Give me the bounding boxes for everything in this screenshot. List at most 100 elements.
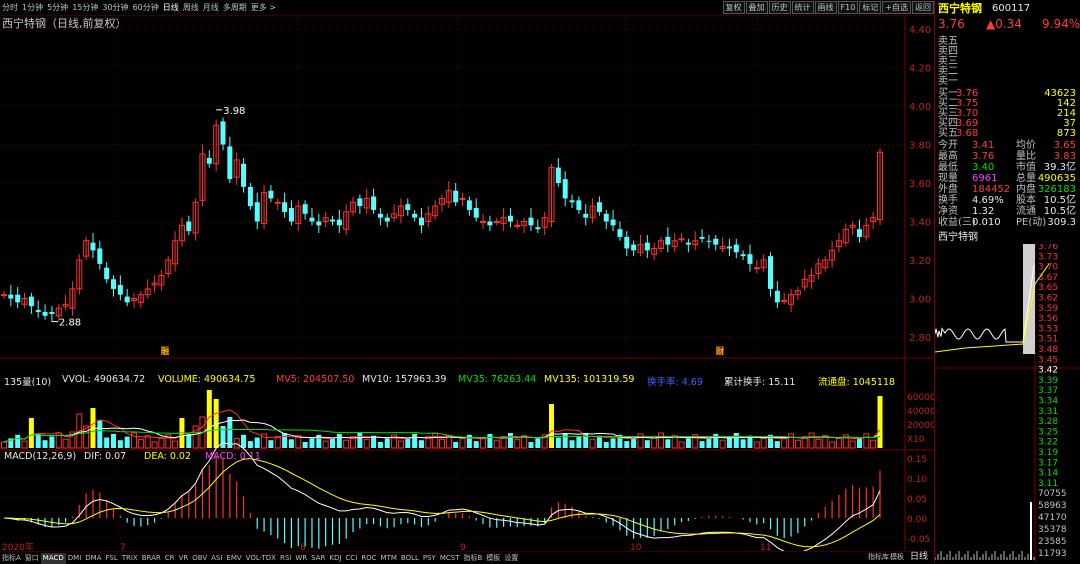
toolbar-button-4[interactable]: 画线	[814, 1, 837, 14]
indicator-tab-4[interactable]: DMA	[83, 553, 103, 564]
macd-axis-label: -0.05	[907, 535, 930, 545]
indicator-tab-16[interactable]: SAR	[309, 553, 327, 564]
mini-price-label: 3.70	[1038, 263, 1058, 273]
volume-bar	[453, 442, 459, 448]
toolbar-button-6[interactable]: 标记	[859, 1, 882, 14]
candle-body	[699, 236, 705, 239]
period-tab-9[interactable]: 多周期	[221, 0, 249, 15]
volume-bar	[28, 418, 34, 448]
candle-body	[624, 236, 630, 249]
indicator-tab-15[interactable]: WR	[293, 553, 309, 564]
intraday-mini-chart[interactable]: 3.763.733.703.673.653.623.593.563.533.51…	[935, 244, 1080, 562]
indicator-tab-18[interactable]: CCI	[343, 553, 359, 564]
indicator-tab-2[interactable]: MACD	[40, 553, 66, 564]
volume-bar	[808, 432, 815, 449]
toolbar-button-7[interactable]: +自选	[882, 1, 911, 14]
indicator-tab-14[interactable]: RSI	[278, 553, 293, 564]
price-change-pct: 9.94%	[1042, 17, 1080, 31]
indicator-tab-19[interactable]: ROC	[359, 553, 378, 564]
mini-price-label: 3.11	[1038, 479, 1058, 489]
mini-volume-label: 70755	[1038, 489, 1067, 499]
indicator-tab-7[interactable]: BRAR	[140, 553, 163, 564]
toolbar-button-0[interactable]: 复权	[722, 1, 745, 14]
volume-bar	[644, 440, 650, 448]
candle-body	[733, 244, 739, 253]
period-tab-3[interactable]: 15分钟	[70, 0, 100, 15]
candle-body	[753, 267, 760, 270]
indicator-tab-24[interactable]: 指标B	[462, 553, 485, 564]
month-label: 8	[300, 543, 306, 551]
indicator-tab-17[interactable]: KDJ	[327, 553, 343, 564]
volume-bar	[699, 441, 705, 448]
indicator-tab-0[interactable]: 指标A	[0, 553, 23, 564]
candle-body	[603, 213, 609, 222]
volume-bar	[678, 441, 685, 449]
volume-bar	[774, 441, 780, 448]
volume-bar	[172, 440, 179, 449]
indicator-tab-23[interactable]: MCST	[438, 553, 462, 564]
candle-body	[124, 296, 130, 303]
candle-body	[241, 163, 247, 187]
period-tab-10[interactable]: 更多 >	[249, 0, 278, 15]
indicator-tab-9[interactable]: VR	[177, 553, 191, 564]
volume-bar	[493, 439, 500, 449]
macd-axis-label: 0.00	[907, 515, 927, 525]
period-tab-2[interactable]: 5分钟	[45, 0, 70, 15]
volume-bar	[849, 440, 856, 449]
indicator-tab-10[interactable]: OBV	[190, 553, 209, 564]
toolbar-button-1[interactable]: 叠加	[745, 1, 768, 14]
toolbar-button-3[interactable]: 统计	[791, 1, 814, 14]
quote-row: 净资 1.32 流通 10.5亿	[938, 206, 1078, 217]
stock-code: 600117	[992, 3, 1031, 14]
indicator-tab-22[interactable]: PSY	[421, 553, 438, 564]
indicator-tab-21[interactable]: BOLL	[399, 553, 421, 564]
candle-body	[405, 204, 411, 210]
volume-bar	[363, 438, 370, 449]
indicator-tab-5[interactable]: FSL	[104, 553, 120, 564]
indicator-tab-26[interactable]: 设置	[502, 553, 520, 564]
candle-body	[412, 213, 418, 218]
stat-label: 换手	[938, 195, 958, 206]
mini-price-label: 3.25	[1038, 427, 1058, 437]
toolbar-button-2[interactable]: 历史	[768, 1, 791, 14]
toolbar-button-5[interactable]: F10	[837, 1, 859, 14]
candle-body	[610, 219, 616, 226]
period-tab-7[interactable]: 周线	[181, 0, 201, 15]
indicator-tab-1[interactable]: 窗口	[23, 553, 41, 564]
chart-area[interactable]: 4.40 4.20 4.00 3.80 3.60 3.40 3.20 3.00 2.80 2020…	[0, 16, 934, 551]
indicator-tab-13[interactable]: VOL-TDX	[244, 553, 278, 564]
period-label: 日线	[910, 552, 929, 562]
stat-label: PE(动)	[1016, 217, 1047, 228]
indicator-tab-11[interactable]: ASI	[209, 553, 224, 564]
toolbar-button-8[interactable]: 返回	[912, 1, 934, 14]
indicator-tab-3[interactable]: DMI	[66, 553, 84, 564]
volume-bar	[97, 420, 103, 448]
candle-body	[473, 208, 479, 218]
price-axis-label: 4.00	[909, 102, 931, 113]
indicator-tab-25[interactable]: 模板	[484, 553, 502, 564]
indicator-tab-6[interactable]: TRIX	[120, 553, 140, 564]
volume-bar	[343, 439, 350, 449]
tab-template[interactable]: 模板	[888, 552, 906, 563]
stat-value: 10.5亿	[1043, 206, 1076, 217]
period-tab-0[interactable]: 分时	[0, 0, 20, 15]
period-tab-1[interactable]: 1分钟	[20, 0, 45, 15]
mini-price-label: 3.51	[1038, 335, 1058, 345]
volume-bar	[111, 433, 116, 448]
period-tab-4[interactable]: 30分钟	[100, 0, 130, 15]
stat-value: 3.83	[1053, 151, 1076, 162]
macd-legend: MACD(12,26,9) DIF: 0.07 DEA: 0.02 MACD: …	[0, 451, 560, 463]
volume-bar	[282, 433, 288, 448]
candle-body	[617, 229, 623, 237]
period-tab-6[interactable]: 日线	[161, 0, 181, 15]
stat-value: 184452	[972, 184, 1011, 195]
indicator-tab-20[interactable]: MTM	[379, 553, 399, 564]
period-tab-8[interactable]: 月线	[201, 0, 221, 15]
candle-body	[357, 198, 363, 207]
volume-bar	[610, 438, 616, 448]
period-tab-5[interactable]: 60分钟	[131, 0, 161, 15]
price-axis-label: 3.60	[909, 179, 931, 190]
price-axis-label: 3.00	[909, 295, 931, 306]
indicator-tab-12[interactable]: EMV	[224, 553, 243, 564]
indicator-tab-8[interactable]: CR	[163, 553, 177, 564]
